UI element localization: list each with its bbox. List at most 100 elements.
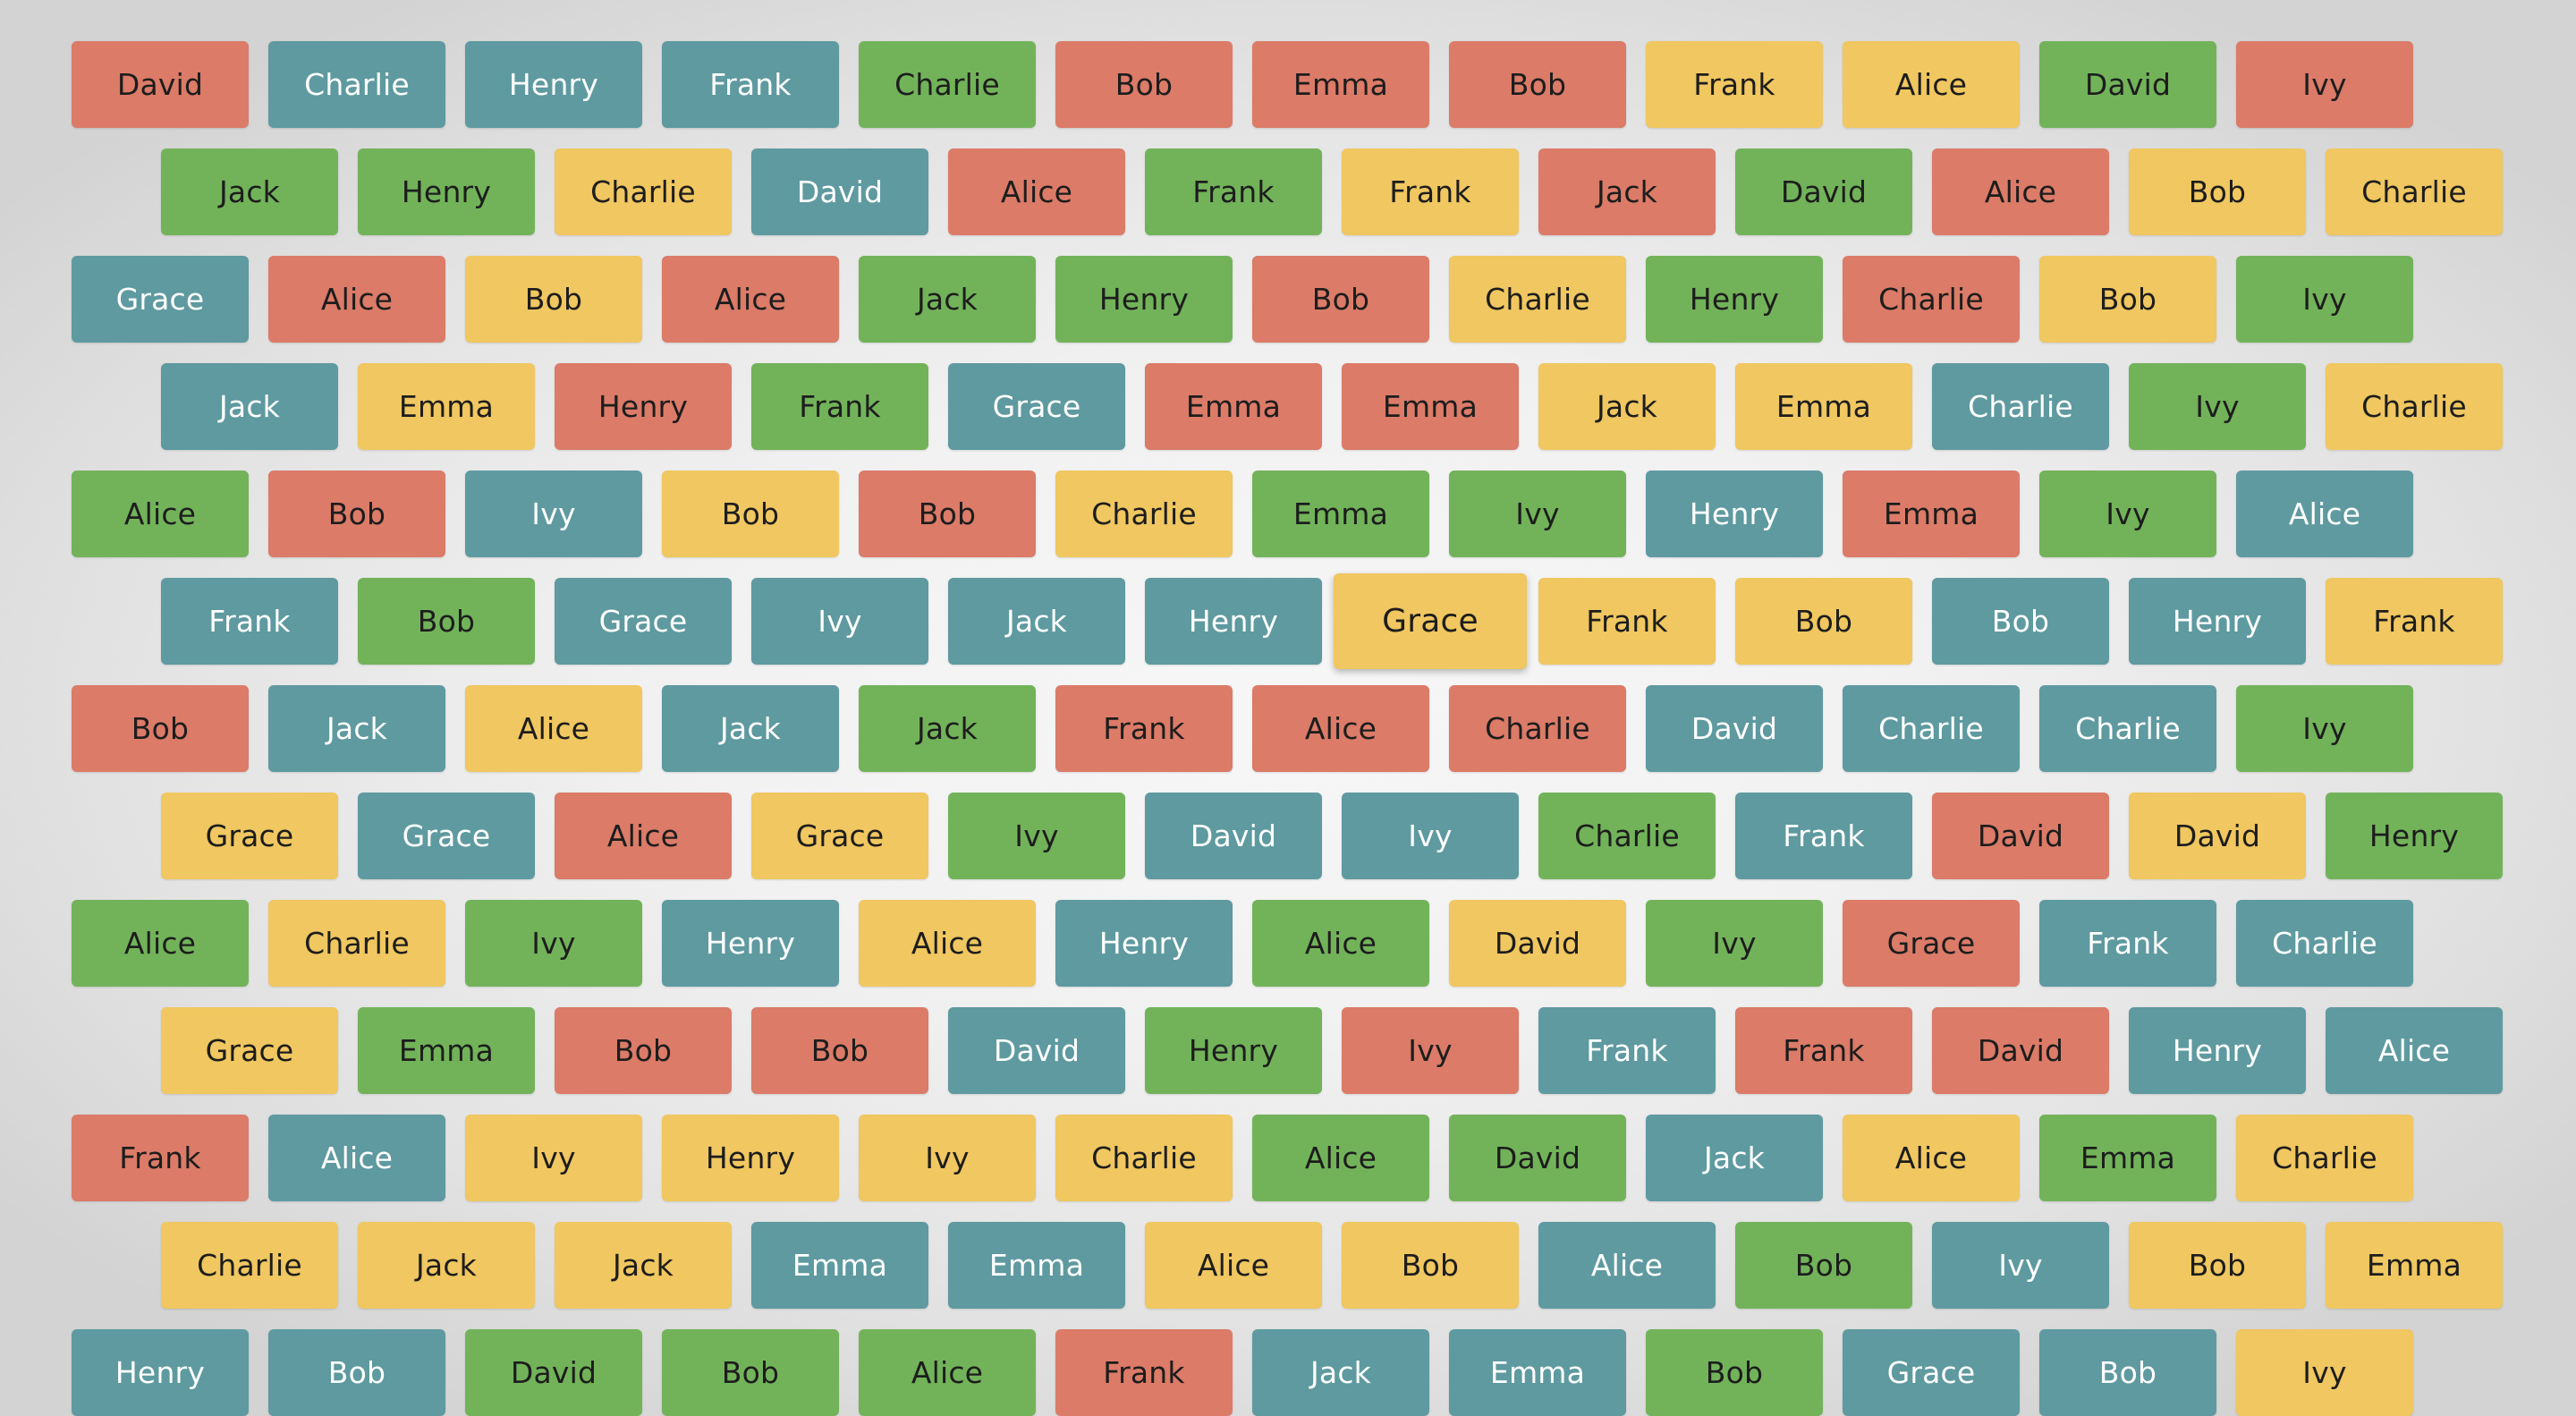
name-tile[interactable]: David — [1145, 793, 1322, 879]
name-tile[interactable]: Charlie — [2326, 148, 2503, 235]
name-tile[interactable]: Emma — [358, 1007, 535, 1094]
name-tile[interactable]: Bob — [555, 1007, 732, 1094]
name-tile[interactable]: Alice — [859, 1329, 1036, 1416]
name-tile[interactable]: Ivy — [1342, 793, 1519, 879]
name-tile[interactable]: Henry — [1145, 1007, 1322, 1094]
name-tile[interactable]: Jack — [555, 1222, 732, 1309]
name-tile[interactable]: David — [1449, 900, 1626, 987]
name-tile[interactable]: Charlie — [1843, 685, 2020, 772]
name-tile[interactable]: Jack — [1252, 1329, 1429, 1416]
name-tile[interactable]: Bob — [1932, 578, 2109, 665]
name-tile[interactable]: Ivy — [465, 471, 642, 557]
name-tile[interactable]: Bob — [72, 685, 249, 772]
name-tile[interactable]: Ivy — [2039, 471, 2216, 557]
name-tile[interactable]: Alice — [72, 471, 249, 557]
name-tile[interactable]: Emma — [2039, 1115, 2216, 1201]
name-tile[interactable]: Charlie — [555, 148, 732, 235]
name-tile[interactable]: Bob — [2129, 148, 2306, 235]
name-tile[interactable]: Bob — [1449, 41, 1626, 128]
name-tile[interactable]: Henry — [2129, 578, 2306, 665]
name-tile[interactable]: Ivy — [948, 793, 1125, 879]
name-tile[interactable]: Henry — [2326, 793, 2503, 879]
name-tile[interactable]: Henry — [1055, 900, 1233, 987]
name-tile[interactable]: Ivy — [751, 578, 928, 665]
name-tile[interactable]: Emma — [1735, 363, 1912, 450]
name-tile[interactable]: Ivy — [2129, 363, 2306, 450]
name-tile[interactable]: Henry — [358, 148, 535, 235]
name-tile[interactable]: Jack — [1646, 1115, 1823, 1201]
name-tile[interactable]: Charlie — [1055, 471, 1233, 557]
name-tile[interactable]: Emma — [2326, 1222, 2503, 1309]
name-tile[interactable]: Bob — [859, 471, 1036, 557]
name-tile[interactable]: Jack — [948, 578, 1125, 665]
name-tile[interactable]: Alice — [2236, 471, 2413, 557]
name-tile[interactable]: David — [465, 1329, 642, 1416]
name-tile[interactable]: Henry — [662, 900, 839, 987]
name-tile[interactable]: Henry — [1646, 256, 1823, 343]
name-tile[interactable]: Ivy — [2236, 256, 2413, 343]
name-tile[interactable]: Charlie — [2326, 363, 2503, 450]
name-tile[interactable]: Frank — [1145, 148, 1322, 235]
name-tile[interactable]: Alice — [1252, 1115, 1429, 1201]
name-tile[interactable]: David — [1932, 793, 2109, 879]
name-tile[interactable]: Grace — [1843, 1329, 2020, 1416]
name-tile[interactable]: Grace — [1334, 573, 1527, 669]
name-tile[interactable]: Charlie — [268, 41, 445, 128]
name-tile[interactable]: Alice — [2326, 1007, 2503, 1094]
name-tile[interactable]: Alice — [555, 793, 732, 879]
name-tile[interactable]: Emma — [358, 363, 535, 450]
name-tile[interactable]: Alice — [465, 685, 642, 772]
name-tile[interactable]: Frank — [161, 578, 338, 665]
name-tile[interactable]: Henry — [465, 41, 642, 128]
name-tile[interactable]: Jack — [1538, 363, 1716, 450]
name-tile[interactable]: Frank — [662, 41, 839, 128]
name-tile[interactable]: Jack — [859, 256, 1036, 343]
name-tile[interactable]: Charlie — [161, 1222, 338, 1309]
name-tile[interactable]: Ivy — [1449, 471, 1626, 557]
name-tile[interactable]: Grace — [948, 363, 1125, 450]
name-tile[interactable]: Frank — [1646, 41, 1823, 128]
name-tile[interactable]: Frank — [72, 1115, 249, 1201]
name-tile[interactable]: Henry — [2129, 1007, 2306, 1094]
name-tile[interactable]: Bob — [2039, 256, 2216, 343]
name-tile[interactable]: Alice — [1843, 1115, 2020, 1201]
name-tile[interactable]: Emma — [1252, 41, 1429, 128]
name-tile[interactable]: Ivy — [465, 900, 642, 987]
name-tile[interactable]: Bob — [2039, 1329, 2216, 1416]
name-tile[interactable]: Frank — [1735, 1007, 1912, 1094]
name-tile[interactable]: Emma — [1843, 471, 2020, 557]
name-tile[interactable]: David — [1449, 1115, 1626, 1201]
name-tile[interactable]: Alice — [268, 256, 445, 343]
name-tile[interactable]: Ivy — [1932, 1222, 2109, 1309]
name-tile[interactable]: David — [2129, 793, 2306, 879]
name-tile[interactable]: Charlie — [268, 900, 445, 987]
name-tile[interactable]: Jack — [1538, 148, 1716, 235]
name-tile[interactable]: Jack — [859, 685, 1036, 772]
name-tile[interactable]: Alice — [1252, 685, 1429, 772]
name-tile[interactable]: Alice — [1932, 148, 2109, 235]
name-tile[interactable]: Bob — [1252, 256, 1429, 343]
name-tile[interactable]: Charlie — [1843, 256, 2020, 343]
name-tile[interactable]: Frank — [1055, 685, 1233, 772]
name-tile[interactable]: Jack — [268, 685, 445, 772]
name-tile[interactable]: Charlie — [1932, 363, 2109, 450]
name-tile[interactable]: Bob — [465, 256, 642, 343]
name-tile[interactable]: Alice — [662, 256, 839, 343]
name-tile[interactable]: Ivy — [1646, 900, 1823, 987]
name-tile[interactable]: Jack — [358, 1222, 535, 1309]
name-tile[interactable]: David — [1646, 685, 1823, 772]
name-tile[interactable]: Alice — [948, 148, 1125, 235]
name-tile[interactable]: Ivy — [859, 1115, 1036, 1201]
name-tile[interactable]: Frank — [1055, 1329, 1233, 1416]
name-tile[interactable]: Emma — [1252, 471, 1429, 557]
name-tile[interactable]: Henry — [1055, 256, 1233, 343]
name-tile[interactable]: David — [1932, 1007, 2109, 1094]
name-tile[interactable]: Alice — [859, 900, 1036, 987]
name-tile[interactable]: Grace — [555, 578, 732, 665]
name-tile[interactable]: David — [1735, 148, 1912, 235]
name-tile[interactable]: Bob — [1735, 578, 1912, 665]
name-tile[interactable]: Bob — [1342, 1222, 1519, 1309]
name-tile[interactable]: Ivy — [1342, 1007, 1519, 1094]
name-tile[interactable]: Ivy — [465, 1115, 642, 1201]
name-tile[interactable]: David — [72, 41, 249, 128]
